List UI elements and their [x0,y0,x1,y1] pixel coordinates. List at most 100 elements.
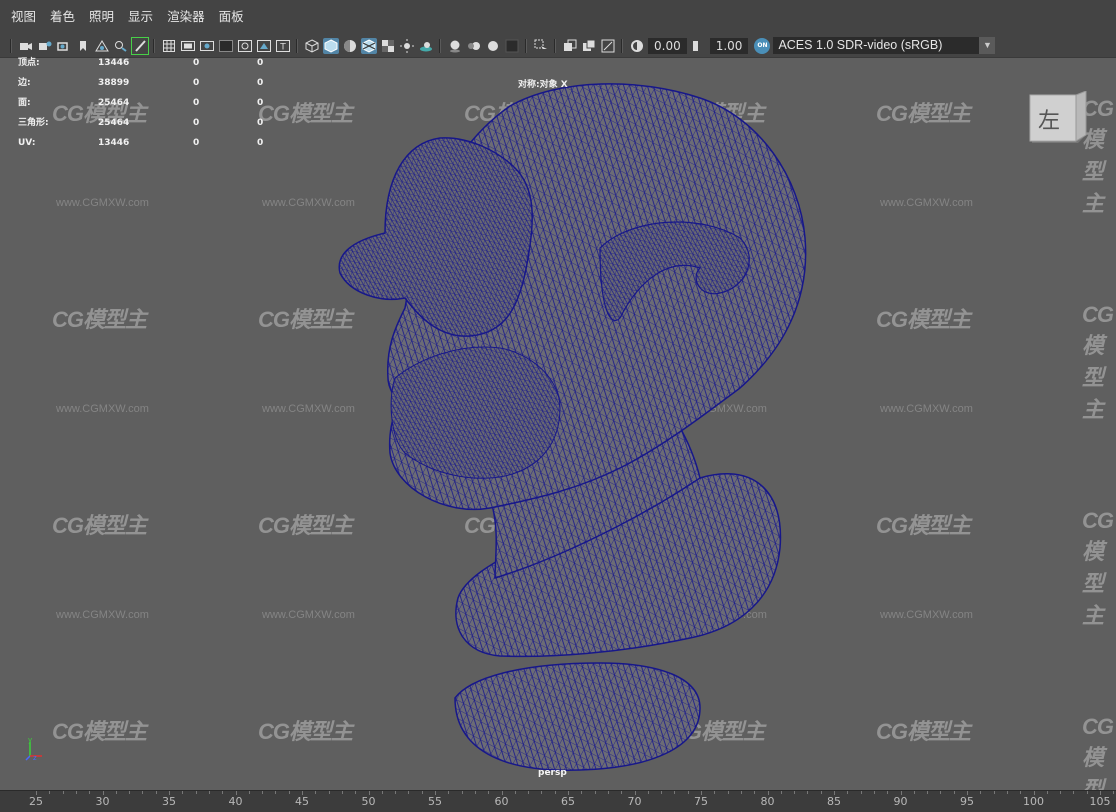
menu-show[interactable]: 显示 [121,0,160,34]
resolution-gate-icon[interactable] [199,38,215,54]
ruler-mark [448,791,450,794]
view-transform-value: ACES 1.0 SDR-video (sRGB) [778,38,943,52]
axis-z-label: z [33,754,37,762]
ruler-mark [1086,791,1088,794]
time-slider-ruler[interactable]: 25 30 35 40 45 50 55 60 65 70 75 80 85 90 95 100 105 [0,790,1116,812]
isolate-select-icon[interactable] [533,38,549,54]
hud-stat-label: 三角形: [18,118,49,128]
motion-blur-icon[interactable] [466,38,482,54]
exposure-field[interactable]: 0.00 [648,37,687,54]
depth-of-field-icon[interactable] [504,38,520,54]
toolbar-separator [10,38,12,53]
ruler-mark [807,791,809,794]
toolbar-separator [296,38,298,53]
hud-stat-row: UV: 13446 0 0 [18,138,277,158]
ruler-mark [36,791,37,795]
lights-icon[interactable] [399,38,415,54]
ruler-mark [1006,791,1008,794]
svg-text:T: T [279,42,286,52]
multisample-aa-icon[interactable] [485,38,501,54]
chevron-down-icon: ▼ [979,37,996,54]
poly-count-hud: 顶点: 13446 0 0 边: 38899 0 0 面: 25464 0 0 三角形: 25464 0 0 U… [18,58,277,158]
ruler-tick-label: 40 [228,795,243,808]
ruler-mark [1046,791,1048,794]
xray-active-components-icon[interactable] [581,38,597,54]
wireframe-icon[interactable] [304,38,320,54]
toolbar-separator [554,38,556,53]
xray-icon[interactable] [562,38,578,54]
ruler-mark [541,791,543,794]
wireframe-mesh[interactable] [0,58,1116,791]
ruler-tick-label: 60 [494,795,509,808]
ruler-mark [913,791,915,794]
smooth-shade-icon[interactable] [322,37,339,54]
mesh-face [390,346,561,479]
camera-select-icon[interactable] [18,38,34,54]
ruler-mark [514,791,516,794]
menu-shading[interactable]: 着色 [43,0,82,34]
ruler-mark [967,791,968,795]
menu-renderer[interactable]: 渲染器 [160,0,212,34]
ruler-mark [208,791,210,794]
ruler-mark [435,791,436,795]
ruler-mark [62,791,64,794]
hud-stat-label: UV: [18,138,36,148]
ruler-tick-label: 55 [428,795,442,808]
safe-title-icon[interactable]: T [275,38,291,54]
hud-stat-uv: 0 [257,138,264,148]
grid-icon[interactable] [161,38,177,54]
toolbar-separator [525,38,527,53]
exposure-icon[interactable] [629,38,645,54]
color-management-toggle[interactable]: ON [754,37,771,54]
screen-space-ao-icon[interactable] [447,38,463,54]
3d-viewport[interactable]: CG模型主 CG模型主 CG模型主 CG模型主 CG模型主 CG模型主 CG模型主 CG模型主… [0,57,1116,812]
hud-stat-value: 13446 [98,138,130,148]
toolbar-separator [621,38,623,53]
hud-stat-row: 顶点: 13446 0 0 [18,58,277,78]
menu-lighting[interactable]: 照明 [82,0,121,34]
ruler-mark [754,791,756,794]
ruler-mark [568,791,569,795]
view-cube[interactable]: 左 [1028,91,1088,151]
xray-joints-icon[interactable] [600,38,616,54]
ruler-mark [488,791,490,794]
camera-attributes-icon[interactable] [37,38,53,54]
film-gate-icon[interactable] [180,38,196,54]
hud-stat-selected: 0 [193,138,200,148]
field-chart-icon[interactable] [237,38,253,54]
ruler-mark [661,791,663,794]
ruler-mark [129,791,131,794]
gamma-icon[interactable] [690,38,706,54]
ruler-mark [701,791,702,795]
ruler-tick-label: 100 [1023,795,1044,808]
toolbar-separator [439,38,441,53]
safe-action-icon[interactable] [256,38,272,54]
ruler-mark [621,791,623,794]
textured-icon[interactable] [380,38,396,54]
ruler-mark [727,791,729,794]
image-plane-icon[interactable] [94,38,110,54]
grease-pencil-icon[interactable] [130,36,149,55]
menu-view[interactable]: 视图 [4,0,43,34]
ruler-mark [102,791,104,795]
bookmarks-icon[interactable] [56,38,72,54]
shadows-icon[interactable] [418,38,434,54]
gate-mask-icon[interactable] [218,38,234,54]
ruler-tick-label: 75 [694,795,708,808]
ruler-mark [49,791,51,794]
ruler-mark [1100,791,1101,795]
ruler-mark [847,791,849,794]
ruler-mark [195,791,197,794]
wireframe-on-shaded-icon[interactable] [360,37,377,54]
ruler-mark [275,791,277,794]
bookmark-icon[interactable] [75,38,91,54]
ruler-mark [953,791,955,794]
use-default-material-icon[interactable] [342,38,358,54]
ruler-tick-label: 25 [29,795,43,808]
2d-pan-zoom-icon[interactable] [113,38,129,54]
view-transform-dropdown[interactable]: ACES 1.0 SDR-video (sRGB) ▼ [773,37,996,54]
ruler-mark [980,791,982,794]
mesh-bust-base [454,662,701,771]
menu-panels[interactable]: 面板 [212,0,251,34]
gamma-field[interactable]: 1.00 [709,37,749,54]
